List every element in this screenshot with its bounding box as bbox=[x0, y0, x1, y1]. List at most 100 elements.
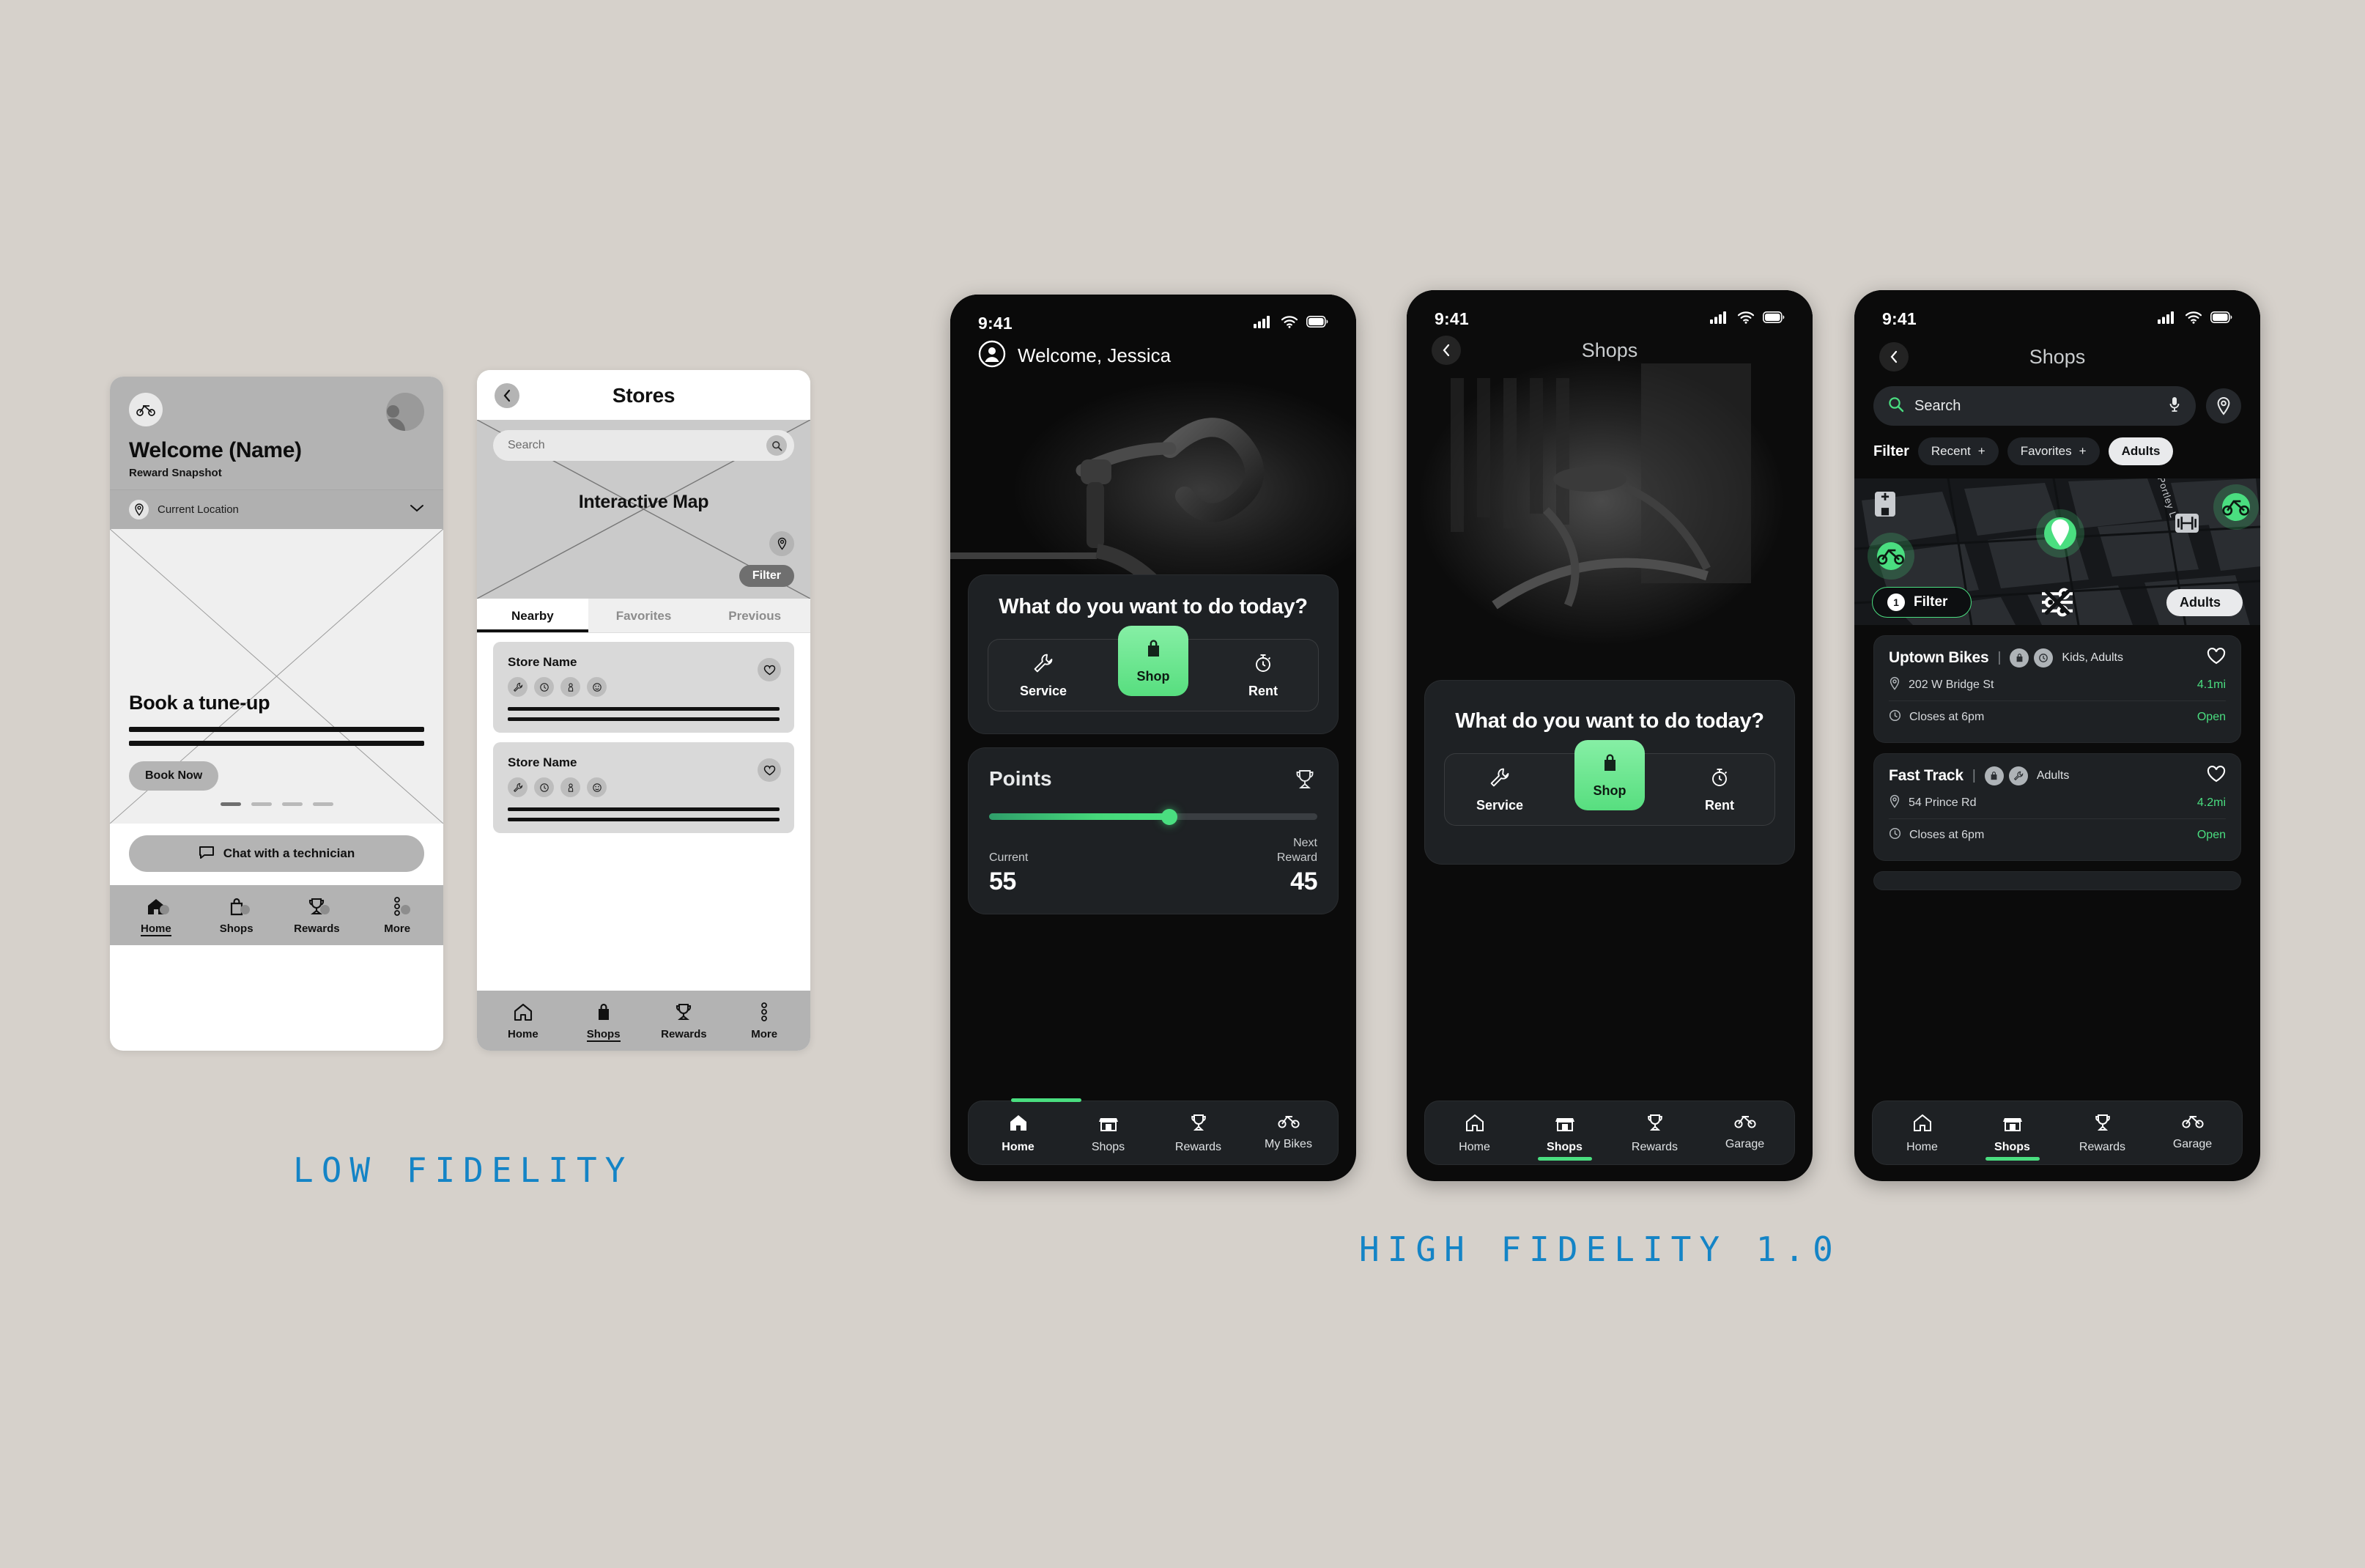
points-progress-bar[interactable] bbox=[989, 808, 1317, 825]
chip-label: Favorites bbox=[2020, 444, 2072, 458]
hero-carousel[interactable]: Book a tune-up Book Now bbox=[110, 529, 443, 824]
map-filter-button[interactable]: Filter bbox=[739, 565, 794, 587]
nav-label: Shops bbox=[219, 922, 253, 935]
text-placeholder-bar bbox=[129, 727, 424, 732]
nav-label: Home bbox=[1002, 1141, 1035, 1153]
bicycle-marker[interactable] bbox=[2213, 484, 2259, 530]
sidebar-item-shops[interactable]: Shops bbox=[563, 1001, 644, 1042]
book-now-button[interactable]: Book Now bbox=[129, 761, 219, 791]
locate-me-button[interactable] bbox=[2206, 388, 2241, 424]
sidebar-item-shops[interactable]: Shops bbox=[196, 895, 277, 936]
microphone-icon[interactable] bbox=[2168, 396, 2181, 417]
active-filter-adults[interactable]: Adults bbox=[2044, 588, 2243, 616]
nav-label: More bbox=[384, 922, 411, 935]
shopping-bag-icon bbox=[1984, 766, 2004, 785]
sidebar-item-home[interactable]: Home bbox=[973, 1113, 1063, 1154]
location-selector[interactable]: Current Location bbox=[110, 489, 443, 529]
shop-address-row: 54 Prince Rd 4.2mi bbox=[1889, 786, 2226, 819]
list-item[interactable]: Fast Track | Adults 54 Prince Rd 4.2mi C… bbox=[1873, 753, 2241, 861]
search-icon[interactable] bbox=[766, 435, 787, 456]
status-badge: Open bbox=[2196, 829, 2226, 841]
heart-icon[interactable] bbox=[758, 758, 781, 782]
chat-bubble-icon bbox=[199, 846, 215, 862]
reward-snapshot-label: Reward Snapshot bbox=[129, 467, 222, 479]
promo-title: Book a tune-up bbox=[129, 692, 270, 714]
stores-list[interactable]: Store Name Store Name bbox=[477, 633, 810, 842]
action-card-title: What do you want to do today? bbox=[999, 595, 1308, 618]
wireframe-bottom-nav: Home Shops Rewards More bbox=[110, 885, 443, 945]
user-avatar-icon[interactable] bbox=[386, 393, 424, 431]
sidebar-item-shops[interactable]: Shops bbox=[1520, 1113, 1610, 1161]
nav-label: Home bbox=[1906, 1141, 1938, 1153]
action-card: What do you want to do today? Service .. bbox=[968, 574, 1339, 735]
search-input[interactable]: Search bbox=[1873, 386, 2196, 426]
list-item[interactable]: Store Name bbox=[493, 642, 794, 733]
map-view[interactable]: Portley L 1 Filter Adults bbox=[1854, 478, 2260, 625]
shops-nav: Shops bbox=[1854, 332, 2260, 386]
heart-icon[interactable] bbox=[758, 658, 781, 681]
rent-option[interactable]: Rent bbox=[1665, 754, 1774, 825]
shop-option-selected[interactable]: Shop bbox=[1118, 626, 1188, 697]
back-button[interactable] bbox=[495, 383, 519, 408]
chat-with-technician-button[interactable]: Chat with a technician bbox=[129, 835, 424, 872]
sidebar-item-home[interactable]: Home bbox=[116, 895, 196, 936]
chip-favorites[interactable]: Favorites + bbox=[2007, 437, 2100, 465]
list-item-partial[interactable] bbox=[1873, 871, 2241, 890]
sidebar-item-more[interactable]: More bbox=[357, 895, 437, 936]
sidebar-item-my-bikes[interactable]: My Bikes bbox=[1243, 1113, 1333, 1154]
bicycle-icon bbox=[129, 393, 163, 426]
trophy-icon bbox=[673, 1001, 695, 1023]
service-option[interactable]: Service bbox=[1445, 754, 1555, 825]
sidebar-item-home[interactable]: Home bbox=[483, 1001, 563, 1042]
storefront-icon bbox=[2002, 1113, 2023, 1136]
status-badge: Open bbox=[2196, 711, 2226, 723]
list-item[interactable]: Uptown Bikes | Kids, Adults 202 W Bridge… bbox=[1873, 635, 2241, 743]
tab-previous[interactable]: Previous bbox=[699, 599, 810, 632]
back-button[interactable] bbox=[1432, 336, 1461, 365]
heart-icon[interactable] bbox=[2207, 765, 2226, 786]
sidebar-item-rewards[interactable]: Rewards bbox=[1610, 1113, 1700, 1154]
rent-option[interactable]: Rent bbox=[1208, 640, 1318, 711]
action-segmented-control: Service .. Rent Shop bbox=[1444, 740, 1775, 826]
service-option[interactable]: Service bbox=[988, 640, 1098, 711]
user-circle-icon[interactable] bbox=[978, 340, 1006, 371]
shops-list[interactable]: Uptown Bikes | Kids, Adults 202 W Bridge… bbox=[1854, 625, 2260, 890]
sidebar-item-shops[interactable]: Shops bbox=[1063, 1113, 1153, 1154]
gym-icon bbox=[2175, 514, 2199, 533]
welcome-row[interactable]: Welcome, Jessica bbox=[978, 340, 1171, 371]
map-placeholder[interactable]: Search Interactive Map Filter bbox=[477, 420, 810, 599]
plus-icon: + bbox=[2079, 444, 2087, 458]
sidebar-item-home[interactable]: Home bbox=[1877, 1113, 1967, 1154]
progress-knob[interactable] bbox=[1161, 808, 1178, 825]
locate-me-button[interactable] bbox=[769, 531, 794, 556]
location-marker-selected[interactable] bbox=[2036, 509, 2084, 558]
bicycle-icon bbox=[1733, 1113, 1756, 1133]
sidebar-item-rewards[interactable]: Rewards bbox=[2057, 1113, 2147, 1154]
chip-recent[interactable]: Recent + bbox=[1917, 437, 1999, 465]
sidebar-item-garage[interactable]: Garage bbox=[2147, 1113, 2238, 1154]
sidebar-item-rewards[interactable]: Rewards bbox=[1153, 1113, 1243, 1154]
hero-image-handlebar: 9:41 Welcome, Jessica bbox=[950, 295, 1356, 610]
chip-adults[interactable]: Adults bbox=[2108, 437, 2174, 465]
sidebar-item-garage[interactable]: Garage bbox=[1700, 1113, 1790, 1154]
list-item[interactable]: Store Name bbox=[493, 742, 794, 833]
tab-nearby[interactable]: Nearby bbox=[477, 599, 588, 632]
stores-tabs: Nearby Favorites Previous bbox=[477, 599, 810, 633]
shop-name: Uptown Bikes bbox=[1889, 649, 1989, 666]
sidebar-item-rewards[interactable]: Rewards bbox=[644, 1001, 725, 1042]
back-button[interactable] bbox=[1879, 342, 1909, 371]
sidebar-item-more[interactable]: More bbox=[724, 1001, 804, 1042]
sidebar-item-home[interactable]: Home bbox=[1429, 1113, 1520, 1154]
sidebar-item-rewards[interactable]: Rewards bbox=[277, 895, 358, 936]
hero-image-bikeshop: 9:41 Shops bbox=[1407, 290, 1813, 730]
search-input[interactable]: Search bbox=[493, 430, 794, 461]
shop-option-selected[interactable]: Shop bbox=[1574, 740, 1645, 811]
store-badges bbox=[508, 777, 780, 797]
tab-favorites[interactable]: Favorites bbox=[588, 599, 700, 632]
chevron-down-icon[interactable] bbox=[410, 503, 424, 516]
heart-icon[interactable] bbox=[2207, 647, 2226, 668]
bicycle-marker[interactable] bbox=[1868, 533, 1914, 580]
active-tab-indicator bbox=[1537, 1157, 1592, 1161]
carousel-dots[interactable] bbox=[110, 802, 443, 806]
sidebar-item-shops[interactable]: Shops bbox=[1967, 1113, 2057, 1161]
